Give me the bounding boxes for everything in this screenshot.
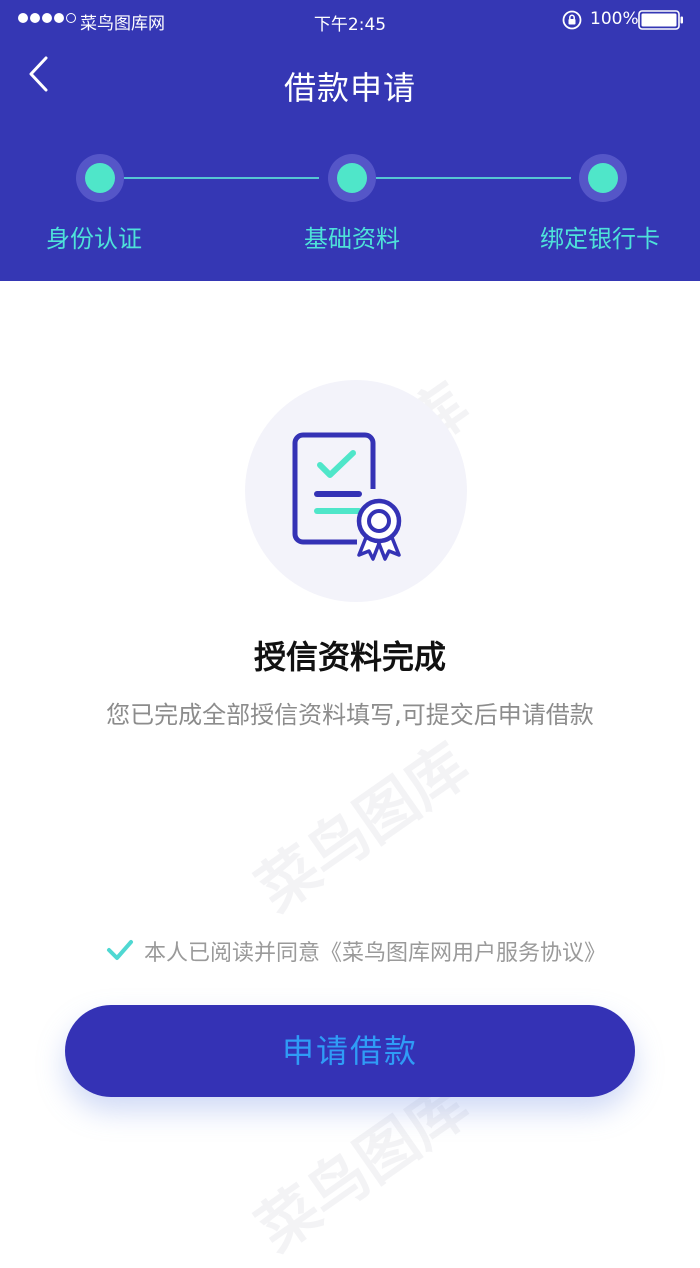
rotation-lock-icon [562,10,582,30]
battery-icon [638,10,683,30]
step-dot-basic-info [328,154,376,202]
step-label-basic-info: 基础资料 [304,225,400,253]
step-connector [124,177,319,179]
step-dot-bank-card [579,154,627,202]
watermark: 菜鸟图库 [244,730,482,926]
step-dot-identity [76,154,124,202]
app-header: 菜鸟图库网 下午2:45 100% 借款申请 身份认证 基础资料 绑定银行卡 [0,0,700,281]
agreement-check-icon[interactable] [106,938,134,962]
apply-loan-button[interactable]: 申请借款 [65,1005,635,1097]
step-label-identity: 身份认证 [46,225,142,253]
status-bar: 菜鸟图库网 下午2:45 100% [0,0,700,40]
result-description: 您已完成全部授信资料填写,可提交后申请借款 [106,701,594,729]
step-connector [376,177,571,179]
certificate-check-icon [292,432,402,561]
battery-percent: 100% [590,9,639,29]
step-label-bank-card: 绑定银行卡 [540,225,660,253]
result-title: 授信资料完成 [253,638,446,676]
agreement-link[interactable]: 本人已阅读并同意《菜鸟图库网用户服务协议》 [144,935,606,967]
page-title: 借款申请 [283,69,416,107]
